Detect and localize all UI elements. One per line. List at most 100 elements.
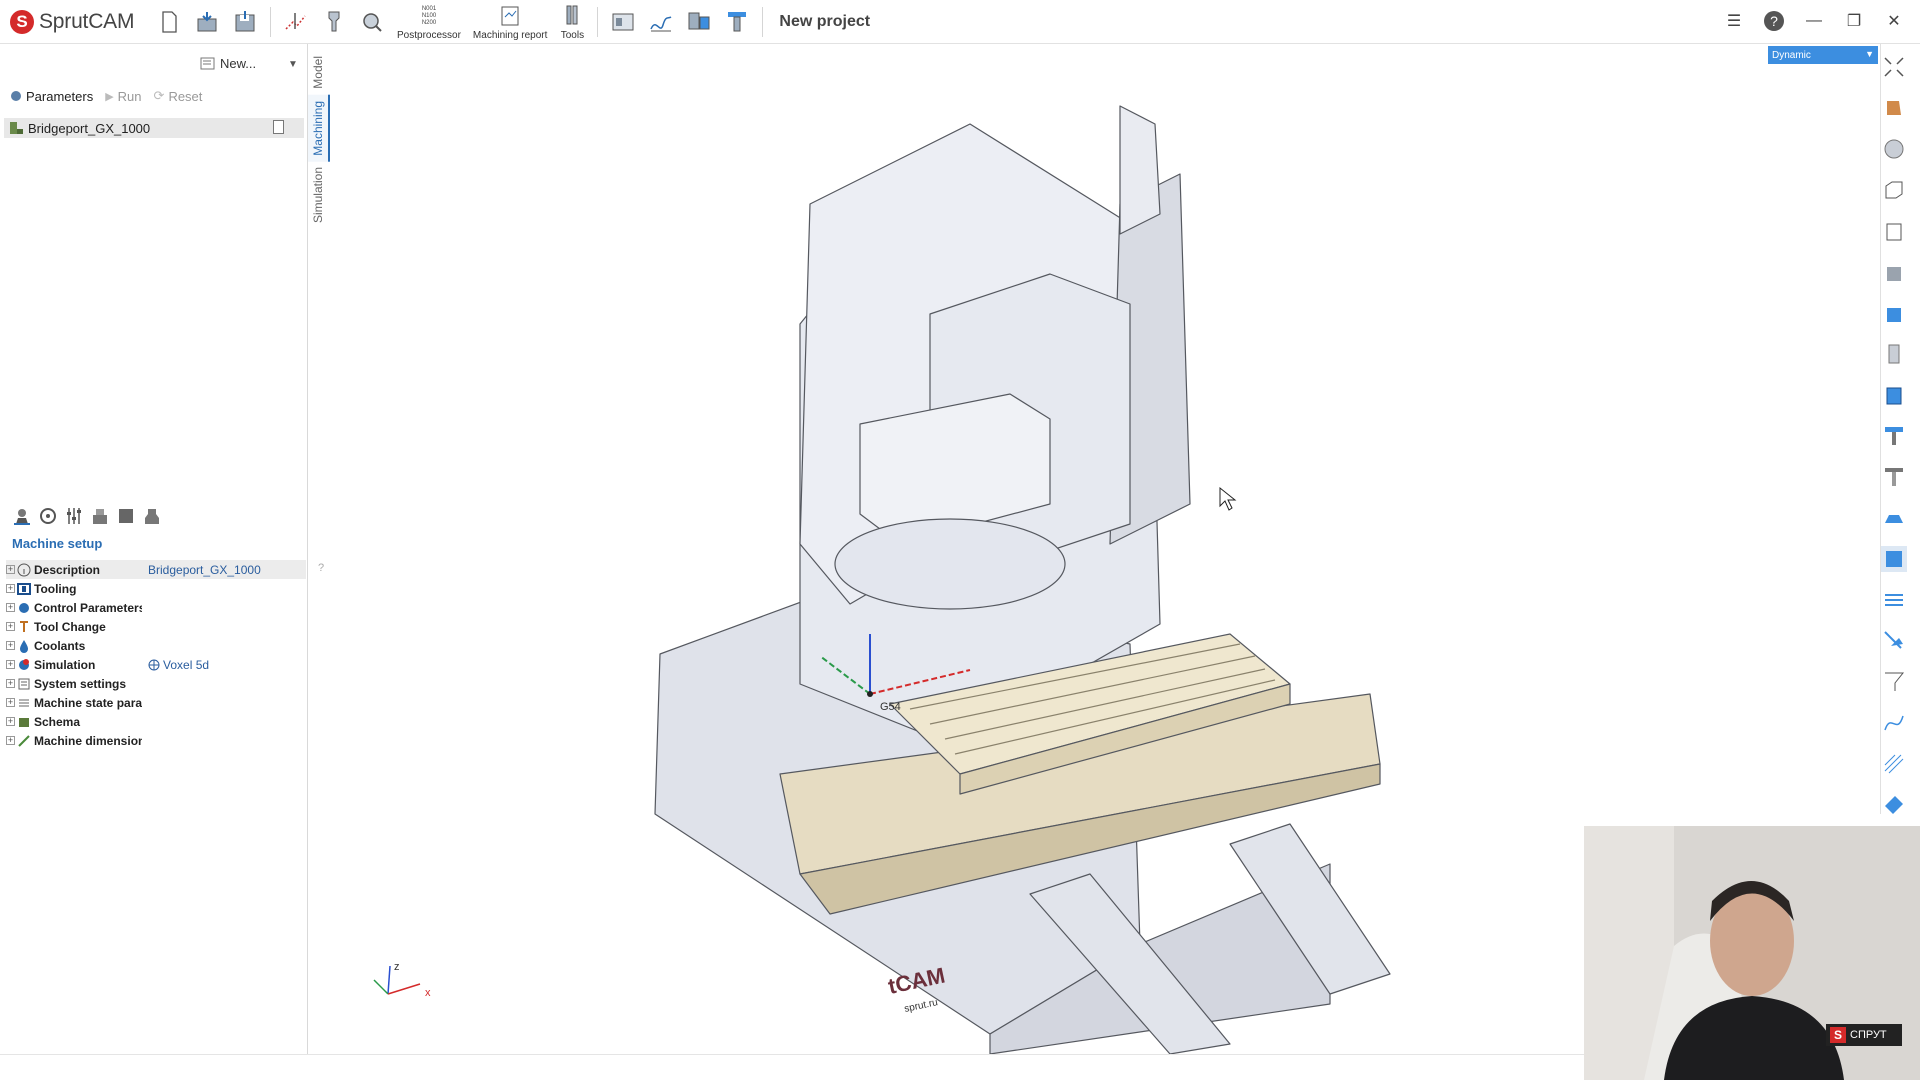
prop-name: Coolants: [34, 638, 86, 653]
expand-icon[interactable]: +: [6, 736, 15, 745]
prop-name: Tooling: [34, 581, 77, 596]
spindle-button[interactable]: [718, 2, 756, 42]
fixture-view-icon[interactable]: [1881, 382, 1907, 408]
expand-icon[interactable]: +: [6, 679, 15, 688]
tool-holder-icon: [328, 11, 340, 31]
open-button[interactable]: [188, 2, 226, 42]
hatch-view-icon[interactable]: [1881, 751, 1907, 777]
tab-model[interactable]: Model: [308, 50, 328, 95]
isometric-view-icon[interactable]: [1881, 95, 1907, 121]
tab-simulation[interactable]: Simulation: [308, 161, 328, 229]
curve-view-icon[interactable]: [1881, 710, 1907, 736]
machining-report-button[interactable]: Machining report: [467, 2, 553, 42]
toolbar-separator: [270, 6, 271, 37]
tool-view-icon[interactable]: [1881, 423, 1907, 449]
spindle-icon: [728, 11, 747, 31]
setup-sheet-button[interactable]: [604, 2, 642, 42]
box-view-icon[interactable]: [1881, 177, 1907, 203]
restore-button[interactable]: ❐: [1838, 6, 1870, 36]
part-view-icon[interactable]: [1881, 259, 1907, 285]
sliders-icon[interactable]: [64, 506, 84, 526]
run-label: Run: [117, 88, 142, 104]
expand-icon[interactable]: +: [6, 584, 15, 593]
save-icon: [235, 10, 255, 31]
cut-view-icon[interactable]: [1881, 628, 1907, 654]
part-setup-icon[interactable]: [38, 506, 58, 526]
postprocessor-glyph-line: N100: [422, 13, 437, 19]
prop-row-machine-dimensions[interactable]: + Machine dimensions: [6, 731, 306, 750]
expand-icon[interactable]: +: [6, 622, 15, 631]
cylinder-view-icon[interactable]: [1881, 341, 1907, 367]
workpiece-view-icon[interactable]: [1881, 300, 1907, 326]
graph-button[interactable]: [642, 2, 680, 42]
fixture-icon[interactable]: [90, 506, 110, 526]
expand-icon[interactable]: +: [6, 641, 15, 650]
stock-icon[interactable]: [116, 506, 136, 526]
machine-icon: [10, 122, 23, 134]
new-operation-button[interactable]: New... ▼: [200, 56, 298, 71]
tools-label: Tools: [560, 29, 585, 41]
prop-row-coolants[interactable]: + Coolants: [6, 636, 306, 655]
machine-view-icon[interactable]: [1881, 505, 1907, 531]
expand-icon[interactable]: +: [6, 565, 15, 574]
save-button[interactable]: [226, 2, 264, 42]
fit-view-icon[interactable]: [1881, 54, 1907, 80]
prop-value[interactable]: Bridgeport_GX_1000: [148, 563, 261, 577]
tools-button[interactable]: Tools: [553, 2, 591, 42]
expand-icon[interactable]: +: [6, 603, 15, 612]
stock-view-icon[interactable]: [1881, 218, 1907, 244]
postprocessor-button[interactable]: N001 N100 N200 Postprocessor: [391, 2, 467, 42]
chevron-down-icon[interactable]: ▼: [288, 59, 298, 70]
ruler-icon: [18, 734, 30, 747]
restore-icon: ❐: [1846, 13, 1862, 30]
prop-row-description[interactable]: + Description Bridgeport_GX_1000: [6, 560, 306, 579]
layout-button[interactable]: [680, 2, 718, 42]
close-button[interactable]: ✕: [1878, 6, 1910, 36]
simulation-icon: [19, 658, 29, 670]
minimize-icon: —: [1806, 12, 1822, 29]
prop-row-simulation[interactable]: + Simulation Voxel 5d: [6, 655, 306, 674]
view-mode-select[interactable]: Dynamic ▼: [1768, 46, 1878, 64]
property-help-mark[interactable]: ?: [318, 562, 324, 574]
minimize-button[interactable]: —: [1798, 6, 1830, 36]
run-button[interactable]: ▶ Run: [105, 88, 141, 104]
parameters-button[interactable]: Parameters: [10, 88, 93, 104]
holder-view-icon[interactable]: [1881, 464, 1907, 490]
sphere-view-icon[interactable]: [1881, 136, 1907, 162]
surface-view-icon[interactable]: [1881, 792, 1907, 818]
expand-icon[interactable]: +: [6, 660, 15, 669]
layers-view-icon[interactable]: [1881, 587, 1907, 613]
help-button[interactable]: ?: [1758, 6, 1790, 36]
tab-machining[interactable]: Machining: [308, 94, 330, 162]
tool-assembly-icon[interactable]: [142, 506, 162, 526]
machine-setup-icon[interactable]: [12, 506, 32, 526]
inspect-button[interactable]: [353, 2, 391, 42]
prop-row-machine-state[interactable]: + Machine state parameters: [6, 693, 306, 712]
machine-tree-item[interactable]: Bridgeport_GX_1000: [4, 118, 304, 138]
info-icon: [17, 563, 31, 576]
expand-icon[interactable]: +: [6, 698, 15, 707]
menu-button[interactable]: ☰: [1718, 6, 1750, 36]
prop-row-tooling[interactable]: + Tooling: [6, 579, 306, 598]
prop-row-schema[interactable]: + Schema: [6, 712, 306, 731]
expand-icon[interactable]: +: [6, 717, 15, 726]
document-icon[interactable]: [273, 120, 284, 134]
tool-holder-button[interactable]: [315, 2, 353, 42]
prop-row-control-parameters[interactable]: + Control Parameters: [6, 598, 306, 617]
reset-button[interactable]: ⟳ Reset: [154, 88, 203, 104]
machine-setup-view-icon[interactable]: [1881, 546, 1907, 572]
prop-value[interactable]: Voxel 5d: [148, 658, 209, 672]
prop-name: Description: [34, 562, 101, 577]
control-parameters-icon: [19, 602, 29, 613]
filter-view-icon[interactable]: [1881, 669, 1907, 695]
toolpath-button[interactable]: [277, 2, 315, 42]
prop-row-tool-change[interactable]: + Tool Change: [6, 617, 306, 636]
setup-toolbar: [12, 506, 162, 526]
svg-text:?: ?: [1770, 13, 1778, 29]
property-tree: + Description Bridgeport_GX_1000 + Tooli…: [6, 560, 306, 750]
g54-label: G54: [880, 701, 901, 713]
parameters-icon: [11, 91, 21, 101]
new-file-button[interactable]: [150, 2, 188, 42]
new-operation-label: New...: [220, 56, 257, 71]
prop-row-system-settings[interactable]: + System settings: [6, 674, 306, 693]
